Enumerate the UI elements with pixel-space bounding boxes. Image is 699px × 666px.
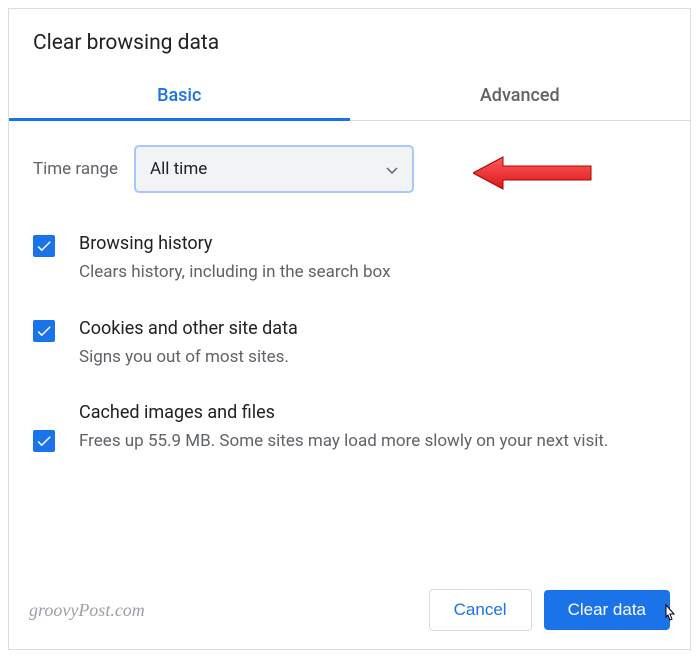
time-range-label: Time range [33,159,118,179]
option-text: Cached images and files Frees up 55.9 MB… [79,402,666,455]
annotation-arrow-icon [473,153,593,197]
checkmark-icon [35,322,53,340]
cancel-button[interactable]: Cancel [429,589,532,631]
checkbox-cached[interactable] [33,430,55,452]
option-description: Frees up 55.9 MB. Some sites may load mo… [79,429,666,455]
option-description: Signs you out of most sites. [79,345,666,371]
option-browsing-history: Browsing history Clears history, includi… [33,233,666,286]
dialog-footer: groovyPost.com Cancel Clear data [9,571,690,649]
clear-data-button[interactable]: Clear data [544,590,670,630]
option-cached: Cached images and files Frees up 55.9 MB… [33,402,666,455]
option-description: Clears history, including in the search … [79,260,666,286]
option-cookies: Cookies and other site data Signs you ou… [33,318,666,371]
tabs-container: Basic Advanced [9,71,690,121]
checkbox-cookies[interactable] [33,320,55,342]
option-title: Cookies and other site data [79,318,666,339]
option-title: Browsing history [79,233,666,254]
chevron-down-icon [386,160,398,179]
tab-advanced[interactable]: Advanced [350,71,691,120]
dialog-content: Time range All time [9,121,690,511]
checkmark-icon [35,432,53,450]
time-range-row: Time range All time [33,145,666,193]
clear-browsing-data-dialog: Clear browsing data Basic Advanced Time … [8,8,691,650]
watermark: groovyPost.com [29,600,145,621]
button-row: Cancel Clear data [429,589,670,631]
option-title: Cached images and files [79,402,666,423]
dialog-title: Clear browsing data [9,9,690,71]
tab-basic[interactable]: Basic [9,71,350,120]
checkbox-browsing-history[interactable] [33,235,55,257]
time-range-value: All time [150,159,207,179]
checkmark-icon [35,237,53,255]
option-text: Cookies and other site data Signs you ou… [79,318,666,371]
time-range-dropdown[interactable]: All time [134,145,414,193]
option-text: Browsing history Clears history, includi… [79,233,666,286]
